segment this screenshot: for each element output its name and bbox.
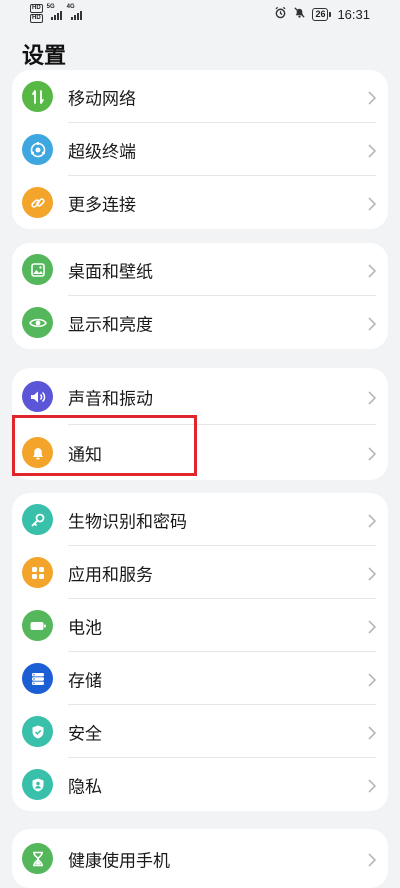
clock: 16:31 [337,6,370,22]
settings-item-more-connections[interactable]: 更多连接 [12,176,388,229]
key-icon [22,504,53,535]
settings-item-label: 安全 [68,724,102,744]
settings-group-digital-balance: 健康使用手机 [12,829,388,888]
super-device-icon [22,134,53,165]
eye-icon [22,307,53,338]
settings-group-system: 生物识别和密码 应用和服务 电池 存储 安全 隐私 [12,493,388,811]
settings-group-display: 桌面和壁纸 显示和亮度 [12,243,388,349]
status-left: HD HD 5G 4G [30,4,83,23]
storage-icon [22,663,53,694]
hd-icon-bottom: HD [30,14,43,23]
settings-item-biometrics-password[interactable]: 生物识别和密码 [12,493,388,546]
settings-item-privacy[interactable]: 隐私 [12,758,388,811]
settings-item-home-wallpaper[interactable]: 桌面和壁纸 [12,243,388,296]
signal-icon-sim2: 4G [67,4,83,20]
settings-group-connectivity: 移动网络 超级终端 更多连接 [12,70,388,229]
settings-item-label: 桌面和壁纸 [68,262,153,282]
settings-item-label: 存储 [68,671,102,691]
chevron-right-icon [368,143,377,162]
chevron-right-icon [368,263,377,282]
chevron-right-icon [368,619,377,638]
settings-item-storage[interactable]: 存储 [12,652,388,705]
chevron-right-icon [368,672,377,691]
network-type-label: 4G [66,4,75,10]
settings-item-mobile-network[interactable]: 移动网络 [12,70,388,123]
settings-item-label: 生物识别和密码 [68,512,187,532]
chevron-right-icon [368,196,377,215]
status-right: 26 16:31 [274,6,370,22]
signal-icon-sim1: 5G [47,4,63,20]
chevron-right-icon [368,446,377,465]
settings-item-label: 更多连接 [68,195,136,215]
settings-item-super-device[interactable]: 超级终端 [12,123,388,176]
network-type-label: 5G [46,4,55,10]
battery-indicator: 26 [312,7,332,21]
hourglass-icon [22,843,53,874]
wallpaper-icon [22,254,53,285]
page-title: 设置 [22,44,67,69]
chevron-right-icon [368,852,377,871]
status-bar: HD HD 5G 4G 26 16:31 [0,0,400,28]
settings-item-label: 声音和振动 [68,389,153,409]
speaker-icon [22,381,53,412]
settings-item-label: 隐私 [68,777,102,797]
battery-level: 26 [312,7,329,21]
chevron-right-icon [368,90,377,109]
privacy-icon [22,769,53,800]
security-shield-icon [22,716,53,747]
settings-item-label: 应用和服务 [68,565,153,585]
settings-item-digital-balance[interactable]: 健康使用手机 [12,829,388,888]
chevron-right-icon [368,778,377,797]
battery-icon [22,610,53,641]
chevron-right-icon [368,566,377,585]
settings-item-label: 超级终端 [68,142,136,162]
settings-item-battery[interactable]: 电池 [12,599,388,652]
chevron-right-icon [368,316,377,335]
settings-item-display-brightness[interactable]: 显示和亮度 [12,296,388,349]
highlight-annotation-box [12,415,197,476]
hd-indicators: HD HD [30,4,43,23]
alarm-icon [274,6,287,22]
chevron-right-icon [368,390,377,409]
mobile-data-icon [22,81,53,112]
apps-icon [22,557,53,588]
settings-item-label: 移动网络 [68,89,136,109]
mute-bell-icon [293,6,306,22]
settings-item-label: 显示和亮度 [68,315,153,335]
link-icon [22,187,53,218]
settings-item-security[interactable]: 安全 [12,705,388,758]
hd-icon-top: HD [30,4,43,13]
settings-item-label: 健康使用手机 [68,851,170,871]
chevron-right-icon [368,725,377,744]
settings-item-label: 电池 [68,618,102,638]
chevron-right-icon [368,513,377,532]
settings-item-apps-services[interactable]: 应用和服务 [12,546,388,599]
